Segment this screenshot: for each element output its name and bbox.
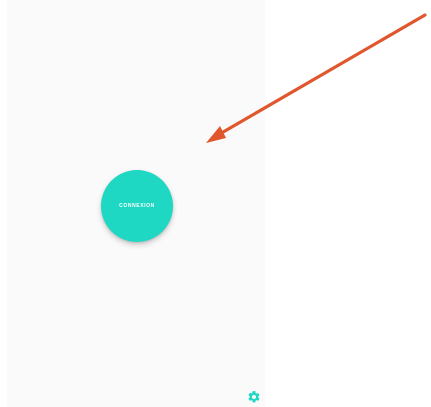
connect-button-label: CONNEXION	[119, 203, 155, 209]
page: CONNEXION	[0, 0, 431, 407]
connect-button[interactable]: CONNEXION	[101, 170, 173, 242]
app-screen: CONNEXION	[7, 0, 265, 407]
settings-button[interactable]	[247, 390, 261, 404]
gear-icon	[248, 391, 260, 403]
